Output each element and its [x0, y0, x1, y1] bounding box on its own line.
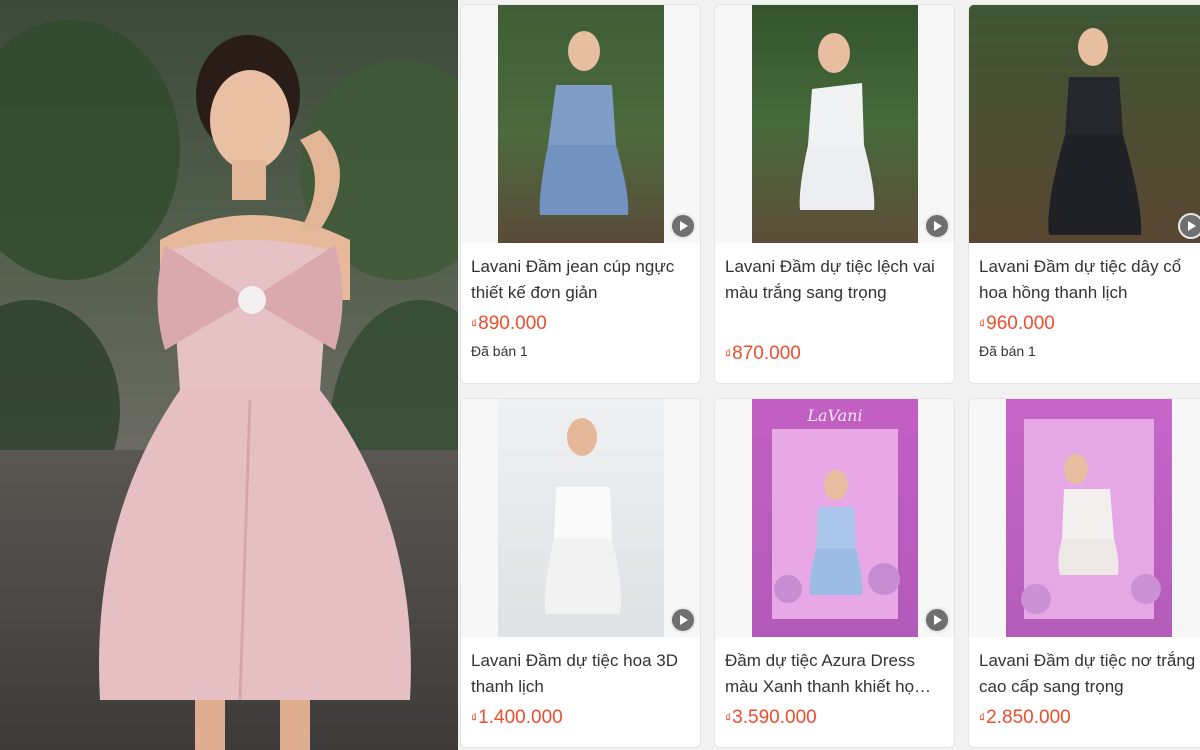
product-image[interactable] [461, 399, 700, 637]
product-price: ₫960.000 [969, 307, 1200, 335]
dress-illustration [1020, 419, 1161, 619]
price-value: 890.000 [478, 313, 547, 334]
product-price: ₫870.000 [715, 307, 954, 365]
currency-symbol: ₫ [471, 317, 478, 331]
currency-symbol: ₫ [725, 347, 732, 361]
product-card[interactable]: Lavani Đầm dự tiệc nơ trắng cao cấp sang… [968, 398, 1200, 748]
product-price: ₫1.400.000 [461, 701, 700, 729]
dress-illustration [544, 418, 621, 614]
currency-symbol: ₫ [979, 711, 986, 725]
price-value: 3.590.000 [732, 707, 817, 728]
product-card[interactable]: LaVani Đầm dự tiệc Azura Dress màu Xanh … [714, 398, 955, 748]
product-card[interactable]: Lavani Đầm dự tiệc hoa 3D thanh lịch ₫1.… [460, 398, 701, 748]
brand-watermark: LaVani [806, 406, 862, 425]
product-grid: Lavani Đầm jean cúp ngực thiết kế đơn gi… [460, 4, 1200, 750]
hero-photo [0, 0, 458, 750]
currency-symbol: ₫ [725, 711, 732, 725]
sold-count: Đã bán 1 [471, 343, 528, 359]
product-title[interactable]: Lavani Đầm dự tiệc dây cổ hoa hồng thanh… [969, 243, 1200, 307]
product-card[interactable]: Lavani Đầm jean cúp ngực thiết kế đơn gi… [460, 4, 701, 384]
product-title[interactable]: Lavani Đầm jean cúp ngực thiết kế đơn gi… [461, 243, 700, 307]
product-image[interactable] [969, 399, 1200, 637]
product-title[interactable]: Lavani Đầm dự tiệc lệch vai màu trắng sa… [715, 243, 954, 307]
price-value: 960.000 [986, 313, 1055, 334]
video-play-icon[interactable] [1178, 213, 1200, 239]
video-play-icon[interactable] [670, 607, 696, 633]
product-title[interactable]: Lavani Đầm dự tiệc hoa 3D thanh lịch [461, 637, 700, 701]
product-title[interactable]: Đầm dự tiệc Azura Dress màu Xanh thanh k… [715, 637, 954, 701]
currency-symbol: ₫ [979, 317, 986, 331]
product-price: ₫3.590.000 [715, 701, 954, 729]
dress-illustration [539, 31, 628, 215]
dress-illustration [799, 33, 874, 210]
model-in-pink-dress [99, 35, 411, 750]
price-value: 2.850.000 [986, 707, 1071, 728]
video-play-icon[interactable] [924, 213, 950, 239]
video-play-icon[interactable] [924, 607, 950, 633]
product-title[interactable]: Lavani Đầm dự tiệc nơ trắng cao cấp sang… [969, 637, 1200, 701]
price-value: 1.400.000 [478, 707, 563, 728]
product-image[interactable] [461, 5, 700, 243]
video-play-icon[interactable] [670, 213, 696, 239]
product-price: ₫2.850.000 [969, 701, 1200, 729]
product-card[interactable]: Lavani Đầm dự tiệc lệch vai màu trắng sa… [714, 4, 955, 384]
product-card[interactable]: Lavani Đầm dự tiệc dây cổ hoa hồng thanh… [968, 4, 1200, 384]
product-image[interactable] [969, 5, 1200, 243]
sold-count: Đã bán 1 [979, 343, 1036, 359]
product-image[interactable] [715, 5, 954, 243]
dress-illustration [1048, 28, 1142, 235]
product-price: ₫890.000 [461, 307, 700, 335]
product-image[interactable]: LaVani [715, 399, 954, 637]
dress-illustration: LaVani [771, 406, 900, 619]
currency-symbol: ₫ [471, 711, 478, 725]
price-value: 870.000 [732, 343, 801, 364]
